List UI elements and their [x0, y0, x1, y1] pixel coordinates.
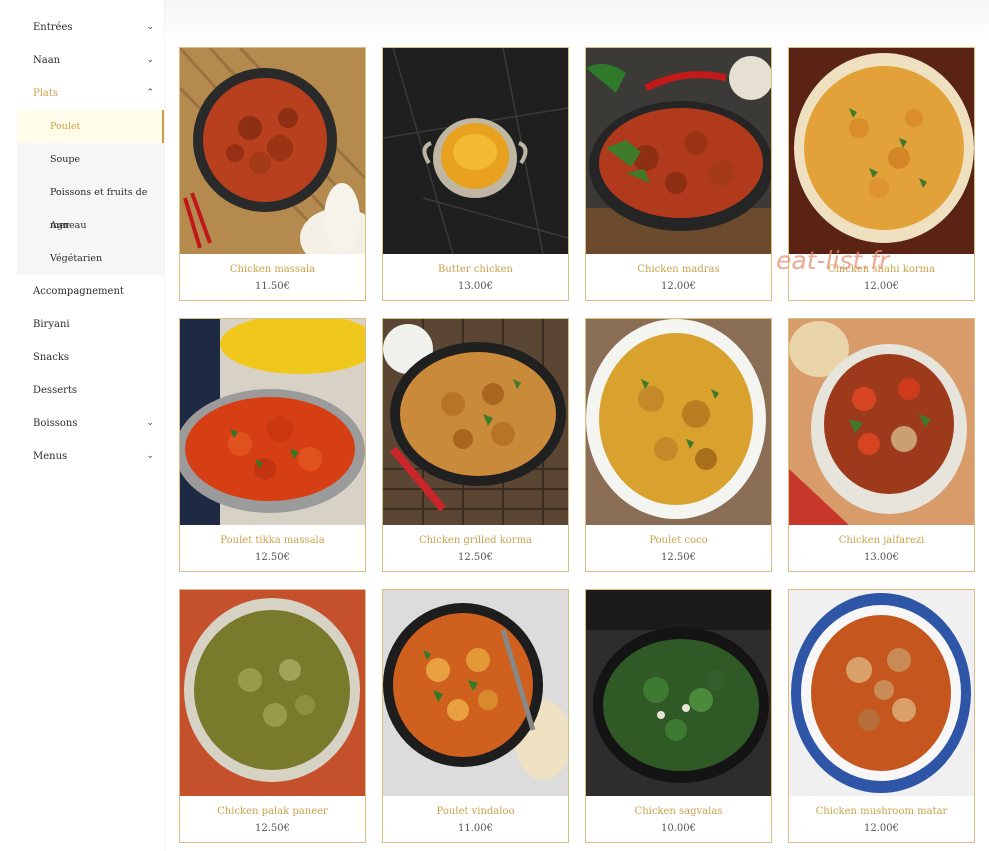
sidebar-item-snacks[interactable]: Snacks [17, 341, 164, 374]
sidebar-item-label: Snacks [33, 352, 70, 363]
product-price: 12.00€ [661, 281, 696, 292]
sidebar-item-plats[interactable]: Plats ⌃ [17, 77, 164, 110]
product-name: Chicken grilled korma [418, 535, 533, 546]
product-card-butter-chicken[interactable]: Butter chicken 13.00€ [382, 47, 569, 301]
product-card-chicken-grilled-korma[interactable]: Chicken grilled korma 12.50€ [382, 318, 569, 572]
sidebar-item-label: Boissons [33, 418, 78, 429]
product-name: Chicken jalfarezi [838, 535, 925, 546]
product-name: Chicken palak paneer [217, 806, 328, 817]
product-price: 12.50€ [255, 823, 290, 834]
product-name: Chicken sagvalas [634, 806, 723, 817]
product-name: Chicken massala [229, 264, 316, 275]
sidebar-subitem-agneau[interactable]: Agneau [17, 209, 164, 242]
product-name: Chicken shahi korma [827, 264, 936, 275]
dish-photo [789, 590, 974, 796]
sidebar-subitem-label: Soupe [50, 154, 81, 165]
dish-photo [789, 319, 974, 525]
dish-photo [383, 319, 568, 525]
product-name: Poulet tikka massala [220, 535, 325, 546]
sidebar-item-label: Desserts [33, 385, 78, 396]
product-card-chicken-massala[interactable]: Chicken massala 11.50€ [179, 47, 366, 301]
product-price: 12.00€ [864, 281, 899, 292]
product-price: 10.00€ [661, 823, 696, 834]
product-card-poulet-coco[interactable]: Poulet coco 12.50€ [585, 318, 772, 572]
product-price: 12.50€ [661, 552, 696, 563]
chevron-down-icon: ⌄ [146, 55, 154, 65]
category-sidebar: Entrées ⌄ Naan ⌄ Plats ⌃ Poulet Soupe Po… [0, 0, 165, 851]
product-price: 11.50€ [255, 281, 290, 292]
sidebar-item-desserts[interactable]: Desserts [17, 374, 164, 407]
product-price: 11.00€ [458, 823, 493, 834]
sidebar-subitem-vegetarien[interactable]: Végétarien [17, 242, 164, 275]
product-card-poulet-tikka-massala[interactable]: Poulet tikka massala 12.50€ [179, 318, 366, 572]
sidebar-subitem-label: Poulet [50, 121, 81, 132]
sidebar-item-label: Naan [33, 55, 61, 66]
product-card-chicken-mushroom-matar[interactable]: Chicken mushroom matar 12.00€ [788, 589, 975, 843]
sidebar-subitem-poissons[interactable]: Poissons et fruits de mer [17, 176, 164, 231]
dish-photo [180, 48, 365, 254]
product-name: Poulet vindaloo [436, 806, 515, 817]
chevron-up-icon: ⌃ [146, 88, 154, 98]
chevron-down-icon: ⌄ [146, 22, 154, 32]
product-card-chicken-madras[interactable]: Chicken madras 12.00€ [585, 47, 772, 301]
product-card-chicken-shahi-korma[interactable]: Chicken shahi korma 12.00€ [788, 47, 975, 301]
product-card-chicken-palak-paneer[interactable]: Chicken palak paneer 12.50€ [179, 589, 366, 843]
sidebar-item-label: Biryani [33, 319, 70, 330]
sidebar-item-menus[interactable]: Menus ⌄ [17, 440, 164, 473]
product-card-chicken-jalfarezi[interactable]: Chicken jalfarezi 13.00€ [788, 318, 975, 572]
sidebar-item-boissons[interactable]: Boissons ⌄ [17, 407, 164, 440]
product-name: Chicken madras [637, 264, 720, 275]
sidebar-subitem-soupe[interactable]: Soupe [17, 143, 164, 176]
product-price: 12.50€ [458, 552, 493, 563]
dish-photo [586, 48, 771, 254]
sidebar-item-entrees[interactable]: Entrées ⌄ [17, 11, 164, 44]
sidebar-item-label: Accompagnement [33, 286, 124, 297]
sidebar-subitem-poulet[interactable]: Poulet [17, 110, 164, 143]
dish-photo [586, 319, 771, 525]
dish-photo [586, 590, 771, 796]
dish-photo [383, 48, 568, 254]
dish-photo [180, 590, 365, 796]
sidebar-item-biryani[interactable]: Biryani [17, 308, 164, 341]
dish-photo [180, 319, 365, 525]
product-card-poulet-vindaloo[interactable]: Poulet vindaloo 11.00€ [382, 589, 569, 843]
product-card-chicken-sagvalas[interactable]: Chicken sagvalas 10.00€ [585, 589, 772, 843]
product-name: Chicken mushroom matar [815, 806, 948, 817]
sidebar-item-naan[interactable]: Naan ⌄ [17, 44, 164, 77]
top-gradient [165, 0, 989, 40]
product-price: 13.00€ [864, 552, 899, 563]
sidebar-item-label: Menus [33, 451, 68, 462]
product-price: 12.50€ [255, 552, 290, 563]
product-price: 13.00€ [458, 281, 493, 292]
product-name: Butter chicken [438, 264, 513, 275]
sidebar-subitem-label: Végétarien [50, 253, 103, 264]
dish-photo [383, 590, 568, 796]
sidebar-item-label: Entrées [33, 22, 73, 33]
sidebar-subitem-label: Agneau [50, 220, 87, 231]
product-name: Poulet coco [649, 535, 708, 546]
product-price: 12.00€ [864, 823, 899, 834]
chevron-down-icon: ⌄ [146, 451, 154, 461]
chevron-down-icon: ⌄ [146, 418, 154, 428]
sidebar-item-label: Plats [33, 88, 59, 99]
sidebar-item-accompagnement[interactable]: Accompagnement [17, 275, 164, 308]
dish-photo [789, 48, 974, 254]
